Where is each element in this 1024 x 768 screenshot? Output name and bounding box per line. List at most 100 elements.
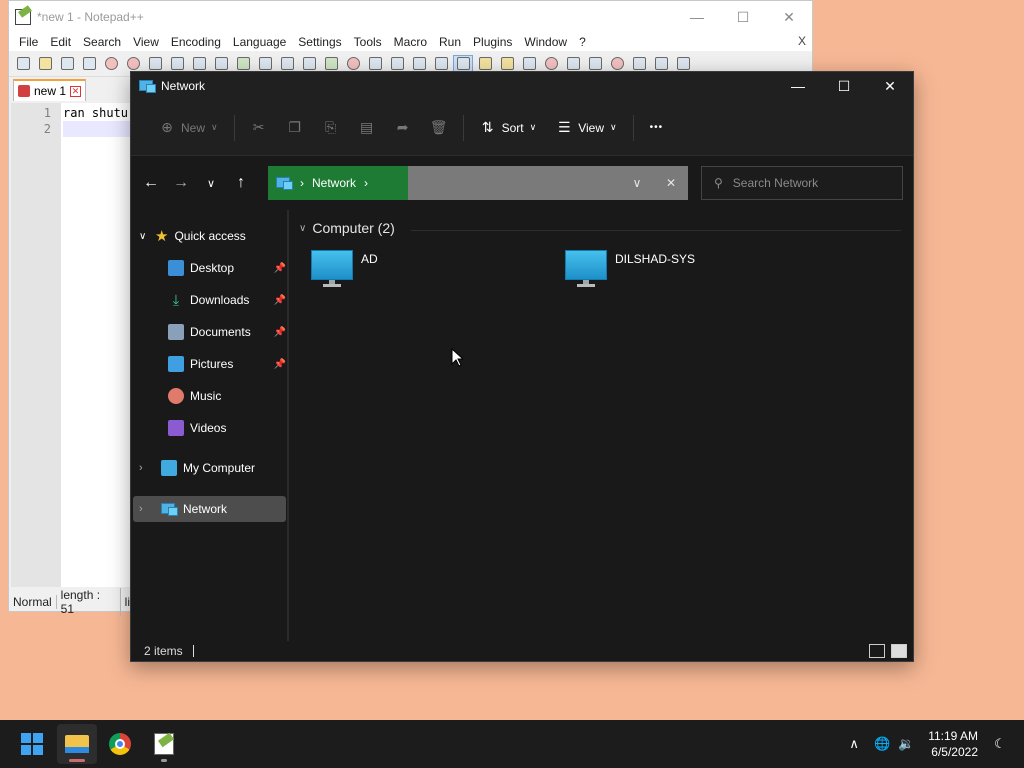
save-icon[interactable]: [57, 55, 77, 73]
stop-record-icon[interactable]: [607, 55, 627, 73]
address-clear-icon[interactable]: ✕: [654, 176, 688, 190]
record-macro-icon[interactable]: [585, 55, 605, 73]
view-button[interactable]: ☰ View ∨: [546, 112, 626, 144]
breadcrumb-network[interactable]: Network: [312, 176, 356, 190]
menu-file[interactable]: File: [13, 35, 44, 49]
pin-icon[interactable]: 📌: [274, 263, 286, 274]
menu-view[interactable]: View: [127, 35, 165, 49]
zoom-out-icon[interactable]: [343, 55, 363, 73]
large-icons-view-icon[interactable]: [891, 644, 907, 658]
nav-videos[interactable]: Videos: [168, 415, 226, 441]
sync-h-icon[interactable]: [387, 55, 407, 73]
function-list-icon[interactable]: [519, 55, 539, 73]
breadcrumb-chevron-icon[interactable]: ›: [364, 176, 368, 190]
up-arrow-icon[interactable]: ↑: [226, 168, 256, 198]
more-options-button[interactable]: •••: [640, 112, 674, 144]
computer-item[interactable]: DILSHAD-SYS: [565, 250, 695, 288]
address-bar[interactable]: › Network › ∨ ✕: [268, 166, 688, 200]
show-all-chars-icon[interactable]: [431, 55, 451, 73]
back-arrow-icon[interactable]: ←: [136, 168, 166, 198]
copy-icon[interactable]: [189, 55, 209, 73]
rename-button[interactable]: ▤: [349, 112, 385, 144]
menu-settings[interactable]: Settings: [292, 35, 347, 49]
zoom-in-icon[interactable]: [321, 55, 341, 73]
share-button[interactable]: ➦: [385, 112, 421, 144]
menu-plugins[interactable]: Plugins: [467, 35, 518, 49]
menu-language[interactable]: Language: [227, 35, 292, 49]
breadcrumb[interactable]: › Network ›: [268, 166, 408, 200]
globe-network-icon[interactable]: 🌐: [870, 736, 894, 752]
new-file-icon[interactable]: [13, 55, 33, 73]
sync-v-icon[interactable]: [365, 55, 385, 73]
collapse-chevron-icon[interactable]: ∨: [299, 223, 306, 234]
notepad-minimize-button[interactable]: —: [674, 1, 720, 33]
expand-chevron-icon[interactable]: ›: [139, 503, 161, 515]
replace-icon[interactable]: [299, 55, 319, 73]
explorer-close-button[interactable]: ✕: [867, 72, 913, 100]
redo-icon[interactable]: [255, 55, 275, 73]
nav-documents[interactable]: Documents 📌: [168, 319, 286, 345]
run-macro-multiple-icon[interactable]: [651, 55, 671, 73]
folder-workspace-icon[interactable]: [541, 55, 561, 73]
tab-new-1[interactable]: new 1 ✕: [13, 79, 87, 101]
nav-quick-access[interactable]: ∨ ★ Quick access: [139, 223, 246, 249]
taskbar-file-explorer[interactable]: [57, 724, 97, 764]
monitoring-icon[interactable]: [563, 55, 583, 73]
forward-arrow-icon[interactable]: →: [166, 168, 196, 198]
nav-music[interactable]: Music: [168, 383, 221, 409]
notepad-editor[interactable]: 1 2 ran shutu: [11, 103, 131, 587]
menu-search[interactable]: Search: [77, 35, 127, 49]
speaker-icon[interactable]: 🔉: [894, 736, 918, 752]
address-history-chevron-icon[interactable]: ∨: [620, 176, 654, 190]
doc-map-icon[interactable]: [497, 55, 517, 73]
menu-edit[interactable]: Edit: [44, 35, 77, 49]
expand-chevron-icon[interactable]: ›: [139, 462, 161, 474]
group-header-computer[interactable]: ∨ Computer (2): [299, 220, 395, 236]
open-file-icon[interactable]: [35, 55, 55, 73]
pin-icon[interactable]: 📌: [274, 327, 286, 338]
paste-icon[interactable]: [211, 55, 231, 73]
taskbar-notepadpp[interactable]: [144, 724, 184, 764]
close-document-x[interactable]: X: [798, 34, 806, 48]
taskbar-chrome[interactable]: [100, 724, 140, 764]
pin-icon[interactable]: 📌: [274, 359, 286, 370]
close-all-icon[interactable]: [123, 55, 143, 73]
notepad-titlebar[interactable]: *new 1 - Notepad++ — ☐ ✕: [9, 1, 812, 33]
delete-button[interactable]: 🗑: [421, 112, 457, 144]
editor-text[interactable]: ran shutu: [61, 103, 131, 587]
focus-moon-icon[interactable]: ☾: [988, 736, 1012, 752]
tab-close-icon[interactable]: ✕: [70, 85, 82, 97]
undo-icon[interactable]: [233, 55, 253, 73]
new-button[interactable]: ⊕ New ∨: [149, 112, 228, 144]
explorer-maximize-button[interactable]: ☐: [821, 72, 867, 100]
show-hidden-icons-chevron-icon[interactable]: ∧: [842, 736, 866, 752]
menu-tools[interactable]: Tools: [348, 35, 388, 49]
menu-window[interactable]: Window: [518, 35, 573, 49]
start-button[interactable]: [12, 724, 52, 764]
find-icon[interactable]: [277, 55, 297, 73]
notepad-maximize-button[interactable]: ☐: [720, 1, 766, 33]
recent-locations-chevron-icon[interactable]: ∨: [196, 168, 226, 198]
paste-button[interactable]: ⎘: [313, 112, 349, 144]
cut-button[interactable]: ✂: [241, 112, 277, 144]
expand-chevron-icon[interactable]: ∨: [139, 231, 155, 242]
udl-icon[interactable]: [475, 55, 495, 73]
nav-network[interactable]: › Network: [139, 496, 227, 522]
details-view-icon[interactable]: [869, 644, 885, 658]
menu-run[interactable]: Run: [433, 35, 467, 49]
menu-macro[interactable]: Macro: [388, 35, 433, 49]
close-file-icon[interactable]: [101, 55, 121, 73]
word-wrap-icon[interactable]: [409, 55, 429, 73]
computer-item[interactable]: AD: [311, 250, 378, 288]
cut-icon[interactable]: [167, 55, 187, 73]
notepad-close-button[interactable]: ✕: [766, 1, 812, 33]
explorer-minimize-button[interactable]: —: [775, 72, 821, 100]
file-list[interactable]: ∨ Computer (2) AD DILSHAD-SYS: [291, 210, 913, 641]
nav-my-computer[interactable]: › My Computer: [139, 455, 255, 481]
nav-desktop[interactable]: Desktop 📌: [168, 255, 286, 281]
menu-encoding[interactable]: Encoding: [165, 35, 227, 49]
copy-button[interactable]: ❐: [277, 112, 313, 144]
nav-downloads[interactable]: ⤓ Downloads 📌: [168, 287, 286, 313]
sort-button[interactable]: ⇅ Sort ∨: [470, 112, 547, 144]
clock[interactable]: 11:19 AM 6/5/2022: [928, 728, 978, 760]
